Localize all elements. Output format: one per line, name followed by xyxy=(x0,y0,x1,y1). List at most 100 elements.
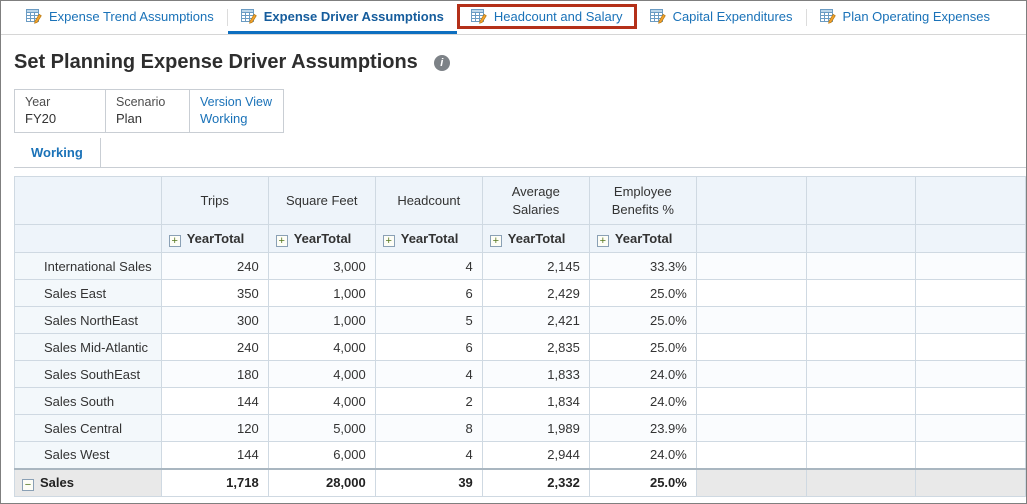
data-cell[interactable]: 144 xyxy=(160,441,269,469)
data-cell[interactable]: 144 xyxy=(160,387,269,415)
total-row: Sales 1,718 28,000 39 2,332 25.0% xyxy=(14,467,1026,497)
empty-data-cell[interactable] xyxy=(695,306,807,334)
data-cell[interactable]: 2,429 xyxy=(481,279,590,307)
table-row: Sales Mid-Atlantic 240 4,000 6 2,835 25.0% xyxy=(14,333,1026,361)
empty-data-cell[interactable] xyxy=(805,414,917,442)
data-cell[interactable]: 2,944 xyxy=(481,441,590,469)
data-cell[interactable]: 5 xyxy=(374,306,483,334)
table-row: Sales SouthEast 180 4,000 4 1,833 24.0% xyxy=(14,360,1026,388)
tab-expense-driver-assumptions[interactable]: Expense Driver Assumptions xyxy=(227,1,457,34)
data-cell[interactable]: 4,000 xyxy=(267,387,376,415)
data-cell[interactable]: 1,000 xyxy=(267,306,376,334)
empty-data-cell[interactable] xyxy=(695,387,807,415)
data-cell[interactable]: 2,421 xyxy=(481,306,590,334)
tab-headcount-and-salary[interactable]: Headcount and Salary xyxy=(456,1,637,34)
grid-body: International Sales 240 3,000 4 2,145 33.3% Sa… xyxy=(14,252,1026,469)
data-cell[interactable]: 24.0% xyxy=(588,441,697,469)
empty-data-cell[interactable] xyxy=(915,279,1026,307)
pov-dimension-label: Year xyxy=(25,95,51,109)
total-row-label: Sales xyxy=(14,467,162,497)
empty-data-cell[interactable] xyxy=(915,441,1026,469)
table-row: International Sales 240 3,000 4 2,145 33.3% xyxy=(14,252,1026,280)
empty-data-cell[interactable] xyxy=(805,387,917,415)
empty-data-cell[interactable] xyxy=(695,333,807,361)
expand-icon[interactable] xyxy=(168,234,181,247)
data-cell[interactable]: 300 xyxy=(160,306,269,334)
period-label: YearTotal xyxy=(614,230,673,246)
tab-expense-trend-assumptions[interactable]: Expense Trend Assumptions xyxy=(13,1,227,34)
table-row: Sales NorthEast 300 1,000 5 2,421 25.0% xyxy=(14,306,1026,334)
data-cell[interactable]: 6,000 xyxy=(267,441,376,469)
data-cell[interactable]: 25.0% xyxy=(588,279,697,307)
expand-icon[interactable] xyxy=(275,234,288,247)
data-cell[interactable]: 4 xyxy=(374,441,483,469)
data-cell[interactable]: 120 xyxy=(160,414,269,442)
data-cell[interactable]: 6 xyxy=(374,333,483,361)
data-cell[interactable]: 6 xyxy=(374,279,483,307)
empty-data-cell[interactable] xyxy=(695,360,807,388)
pov-member-value[interactable]: Working xyxy=(200,111,273,126)
data-cell[interactable]: 25.0% xyxy=(588,306,697,334)
info-icon[interactable] xyxy=(433,54,450,71)
pov-scenario: Scenario Plan xyxy=(106,89,190,133)
empty-data-cell[interactable] xyxy=(695,279,807,307)
empty-data-cell[interactable] xyxy=(805,306,917,334)
data-cell[interactable]: 180 xyxy=(160,360,269,388)
table-row: Sales East 350 1,000 6 2,429 25.0% xyxy=(14,279,1026,307)
data-cell[interactable]: 8 xyxy=(374,414,483,442)
data-cell[interactable]: 4,000 xyxy=(267,360,376,388)
data-cell[interactable]: 2 xyxy=(374,387,483,415)
total-member-name: Sales xyxy=(40,474,74,490)
data-cell[interactable]: 1,000 xyxy=(267,279,376,307)
subtab-working[interactable]: Working xyxy=(14,138,101,167)
expand-icon[interactable] xyxy=(596,234,609,247)
expand-icon[interactable] xyxy=(489,234,502,247)
data-cell[interactable]: 25.0% xyxy=(588,333,697,361)
empty-data-cell[interactable] xyxy=(915,333,1026,361)
data-cell[interactable]: 1,989 xyxy=(481,414,590,442)
period-label: YearTotal xyxy=(507,230,566,246)
form-icon xyxy=(650,8,666,24)
period-header: YearTotal xyxy=(481,224,590,253)
empty-data-cell[interactable] xyxy=(915,360,1026,388)
data-cell[interactable]: 2,835 xyxy=(481,333,590,361)
data-cell[interactable]: 24.0% xyxy=(588,387,697,415)
empty-data-cell[interactable] xyxy=(695,414,807,442)
collapse-icon[interactable] xyxy=(22,478,34,491)
empty-data-cell[interactable] xyxy=(805,279,917,307)
empty-data-cell[interactable] xyxy=(695,441,807,469)
empty-data-cell[interactable] xyxy=(915,414,1026,442)
data-cell[interactable]: 240 xyxy=(160,333,269,361)
empty-data-cell[interactable] xyxy=(805,360,917,388)
data-cell[interactable]: 1,834 xyxy=(481,387,590,415)
empty-data-cell[interactable] xyxy=(805,252,917,280)
data-cell[interactable]: 23.9% xyxy=(588,414,697,442)
total-cell: 1,718 xyxy=(160,467,269,497)
data-cell[interactable]: 33.3% xyxy=(588,252,697,280)
empty-data-cell[interactable] xyxy=(805,441,917,469)
data-cell[interactable]: 2,145 xyxy=(481,252,590,280)
empty-data-cell[interactable] xyxy=(805,333,917,361)
data-cell[interactable]: 350 xyxy=(160,279,269,307)
pov-member-value: FY20 xyxy=(25,111,57,126)
data-cell[interactable]: 1,833 xyxy=(481,360,590,388)
data-cell[interactable]: 3,000 xyxy=(267,252,376,280)
data-cell[interactable]: 4 xyxy=(374,252,483,280)
pov-version-view[interactable]: Version View Working xyxy=(190,89,284,133)
empty-column-header xyxy=(695,176,807,225)
data-cell[interactable]: 24.0% xyxy=(588,360,697,388)
data-cell[interactable]: 4,000 xyxy=(267,333,376,361)
tab-capital-expenditures[interactable]: Capital Expenditures xyxy=(637,1,806,34)
tab-plan-operating-expenses[interactable]: Plan Operating Expenses xyxy=(807,1,1003,34)
subtab-row: Working xyxy=(14,138,1026,168)
empty-data-cell[interactable] xyxy=(915,387,1026,415)
empty-data-cell[interactable] xyxy=(915,306,1026,334)
total-cell: 39 xyxy=(374,467,483,497)
data-cell[interactable]: 4 xyxy=(374,360,483,388)
data-cell[interactable]: 240 xyxy=(160,252,269,280)
tab-label: Capital Expenditures xyxy=(672,8,793,24)
expand-icon[interactable] xyxy=(382,234,395,247)
empty-data-cell[interactable] xyxy=(695,252,807,280)
data-cell[interactable]: 5,000 xyxy=(267,414,376,442)
empty-data-cell[interactable] xyxy=(915,252,1026,280)
